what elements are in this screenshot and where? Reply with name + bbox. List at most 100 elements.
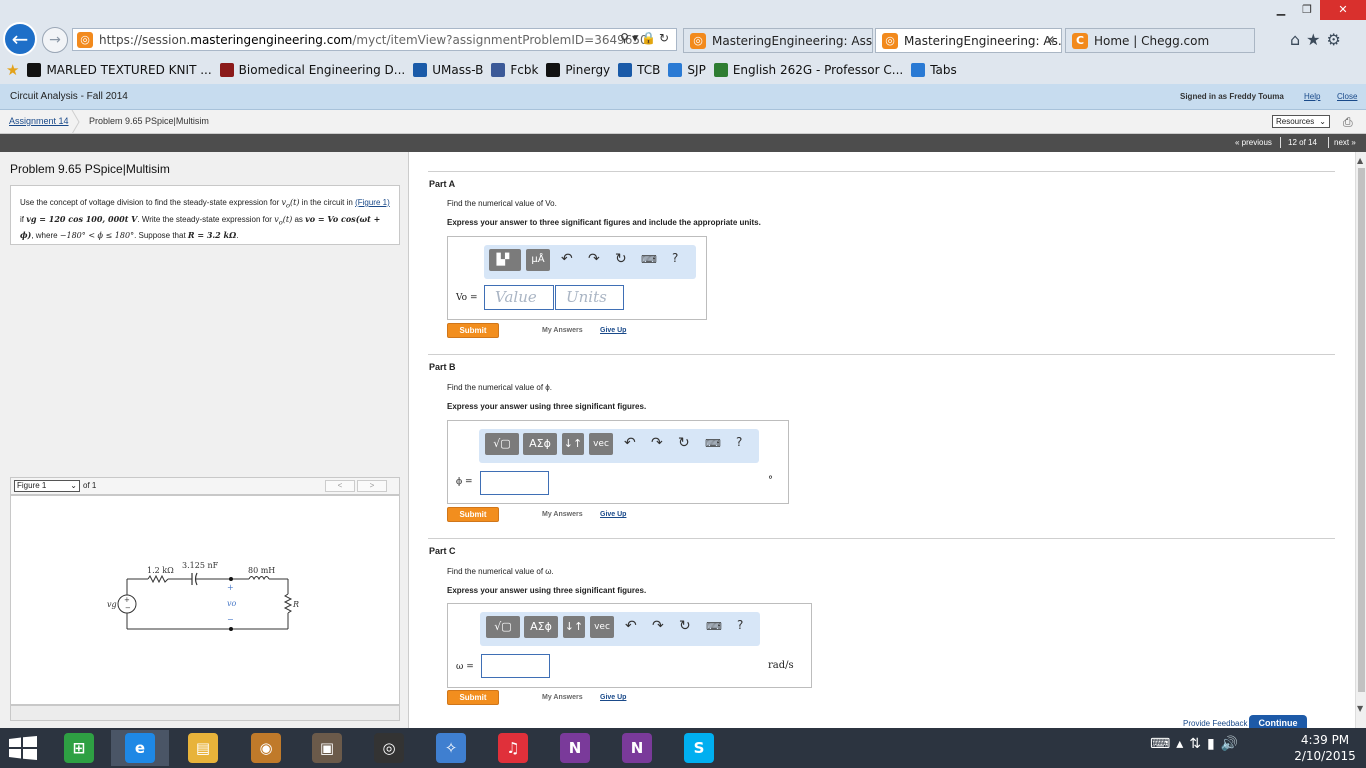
- taskbar-app-4[interactable]: ◎: [360, 730, 418, 766]
- continue-button[interactable]: Continue: [1249, 715, 1307, 728]
- search-icon[interactable]: ⚲: [620, 31, 632, 45]
- volume-icon[interactable]: 🔊: [1221, 736, 1244, 752]
- units-button[interactable]: µÅ: [526, 249, 550, 271]
- scroll-thumb[interactable]: [1358, 168, 1365, 692]
- help-icon[interactable]: ?: [672, 251, 678, 265]
- keyboard-icon[interactable]: ⌨: [641, 253, 657, 266]
- part-a-give-up-link[interactable]: Give Up: [600, 327, 626, 334]
- subscript-button[interactable]: ↓↑: [562, 433, 584, 455]
- part-b-value-input[interactable]: [480, 471, 549, 495]
- resources-dropdown[interactable]: Resources ⌄: [1272, 115, 1330, 128]
- print-icon[interactable]: ⎙: [1343, 115, 1353, 130]
- tray-expand-icon[interactable]: ▴: [1176, 736, 1189, 752]
- taskbar-safari[interactable]: ✧: [422, 730, 480, 766]
- windows-start-icon[interactable]: [8, 736, 38, 760]
- page-scrollbar[interactable]: ▲ ▼: [1355, 152, 1366, 728]
- taskbar-internet-explorer[interactable]: e: [111, 730, 169, 766]
- greek-button[interactable]: ΑΣϕ: [523, 433, 557, 455]
- taskbar-itunes[interactable]: ♫: [484, 730, 542, 766]
- part-a-my-answers[interactable]: My Answers: [542, 327, 583, 334]
- vector-button[interactable]: vec: [589, 433, 613, 455]
- scroll-down-icon[interactable]: ▼: [1357, 704, 1363, 713]
- favorites-star-icon[interactable]: ★: [1306, 30, 1326, 49]
- vector-button[interactable]: vec: [590, 616, 614, 638]
- back-button[interactable]: ←: [3, 22, 37, 56]
- part-a-submit-button[interactable]: Submit: [447, 323, 499, 338]
- figure-dropdown[interactable]: Figure 1 ⌄: [14, 480, 80, 492]
- redo-icon[interactable]: ↷: [588, 251, 600, 267]
- favorite-item[interactable]: Biomedical Engineering D...: [219, 63, 405, 77]
- address-bar[interactable]: ◎ https://session. masteringengineering.c…: [72, 28, 677, 51]
- scroll-up-icon[interactable]: ▲: [1357, 156, 1363, 165]
- taskbar-app-3[interactable]: ▣: [298, 730, 356, 766]
- taskbar-onenote-1[interactable]: N: [546, 730, 604, 766]
- help-icon[interactable]: ?: [736, 435, 742, 449]
- address-actions[interactable]: ⚲▾🔒↻: [620, 31, 672, 45]
- favorite-item[interactable]: English 262G - Professor C...: [713, 63, 903, 77]
- forward-button[interactable]: →: [42, 27, 68, 53]
- reset-icon[interactable]: ↻: [615, 251, 627, 267]
- refresh-icon[interactable]: ↻: [659, 31, 672, 45]
- taskbar-file-explorer[interactable]: ▤: [174, 730, 232, 766]
- settings-gear-icon[interactable]: ⚙: [1327, 30, 1347, 49]
- figure-next-button[interactable]: >: [357, 480, 387, 492]
- keyboard-icon[interactable]: ⌨: [706, 620, 722, 633]
- close-tab-icon[interactable]: ✕: [1045, 33, 1055, 47]
- undo-icon[interactable]: ↶: [625, 618, 637, 634]
- redo-icon[interactable]: ↷: [651, 435, 663, 451]
- reset-icon[interactable]: ↻: [679, 618, 691, 634]
- tab-chegg[interactable]: C Home | Chegg.com: [1065, 28, 1255, 53]
- help-icon[interactable]: ?: [737, 618, 743, 632]
- part-a-units-input[interactable]: Units: [555, 285, 624, 310]
- part-c-my-answers[interactable]: My Answers: [542, 694, 583, 701]
- part-a-value-input[interactable]: Value: [484, 285, 554, 310]
- minimize-button[interactable]: ▁: [1268, 0, 1294, 20]
- favorite-item[interactable]: SJP: [668, 63, 706, 77]
- add-favorite-icon[interactable]: ★: [6, 61, 19, 79]
- part-b-submit-button[interactable]: Submit: [447, 507, 499, 522]
- tab-mastering-1[interactable]: ◎ MasteringEngineering: Assig...: [683, 28, 873, 53]
- undo-icon[interactable]: ↶: [561, 251, 573, 267]
- template-button[interactable]: ▙▘: [489, 249, 521, 271]
- template-button[interactable]: √▢: [486, 616, 520, 638]
- close-link[interactable]: Close: [1337, 92, 1357, 101]
- taskbar-skype[interactable]: S: [670, 730, 728, 766]
- favorite-item[interactable]: MARLED TEXTURED KNIT ...: [27, 63, 212, 77]
- close-window-button[interactable]: ✕: [1320, 0, 1366, 20]
- home-icon[interactable]: ⌂: [1290, 30, 1306, 49]
- lock-icon[interactable]: 🔒: [641, 31, 659, 45]
- part-c-value-input[interactable]: [481, 654, 550, 678]
- favorite-item[interactable]: Fcbk: [491, 63, 538, 77]
- keyboard-icon[interactable]: ⌨: [1150, 736, 1176, 752]
- taskbar-store[interactable]: ⊞: [50, 730, 108, 766]
- redo-icon[interactable]: ↷: [652, 618, 664, 634]
- next-link[interactable]: next »: [1334, 138, 1356, 147]
- tab-mastering-2[interactable]: ◎ MasteringEngineering: As... ✕: [875, 28, 1062, 53]
- undo-icon[interactable]: ↶: [624, 435, 636, 451]
- system-clock[interactable]: 4:39 PM 2/10/2015: [1290, 732, 1360, 764]
- keyboard-icon[interactable]: ⌨: [705, 437, 721, 450]
- breadcrumb-assignment-link[interactable]: Assignment 14: [9, 116, 69, 126]
- taskbar-app-2[interactable]: ◉: [237, 730, 295, 766]
- template-button[interactable]: √▢: [485, 433, 519, 455]
- network-icon[interactable]: ⇅: [1189, 736, 1207, 752]
- figure-prev-button[interactable]: <: [325, 480, 355, 492]
- part-b-my-answers[interactable]: My Answers: [542, 511, 583, 518]
- greek-button[interactable]: ΑΣϕ: [524, 616, 558, 638]
- battery-icon[interactable]: ▮: [1207, 736, 1221, 752]
- part-b-give-up-link[interactable]: Give Up: [600, 511, 626, 518]
- provide-feedback-link[interactable]: Provide Feedback: [1183, 719, 1247, 728]
- taskbar-onenote-2[interactable]: N: [608, 730, 666, 766]
- favorite-item[interactable]: TCB: [618, 63, 660, 77]
- favorite-item[interactable]: UMass-B: [413, 63, 483, 77]
- favorite-item[interactable]: Pinergy: [546, 63, 610, 77]
- help-link[interactable]: Help: [1304, 92, 1320, 101]
- restore-button[interactable]: ❐: [1294, 0, 1320, 20]
- part-c-give-up-link[interactable]: Give Up: [600, 694, 626, 701]
- previous-link[interactable]: « previous: [1235, 138, 1272, 147]
- subscript-button[interactable]: ↓↑: [563, 616, 585, 638]
- favorite-item[interactable]: Tabs: [911, 63, 957, 77]
- reset-icon[interactable]: ↻: [678, 435, 690, 451]
- figure-link[interactable]: (Figure 1): [355, 198, 390, 207]
- part-c-submit-button[interactable]: Submit: [447, 690, 499, 705]
